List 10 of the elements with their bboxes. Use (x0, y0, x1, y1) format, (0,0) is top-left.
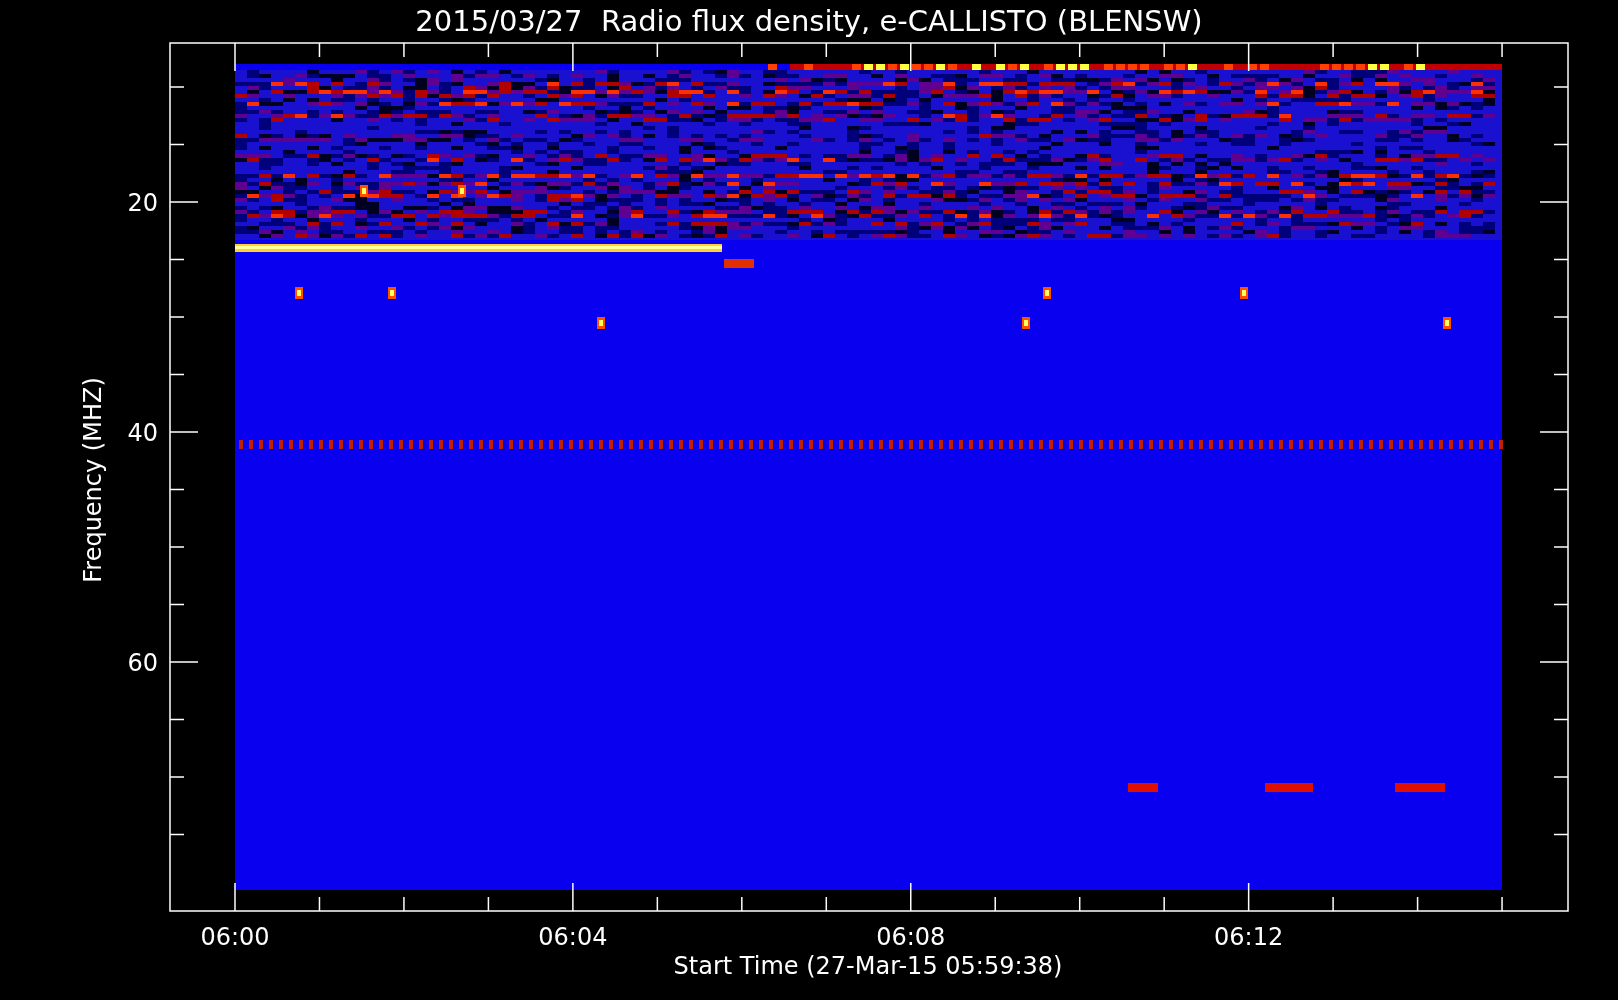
x-tick-label: 06:12 (1214, 923, 1284, 951)
plot-title: 2015/03/27 Radio flux density, e-CALLISTO (BLENSW) (415, 4, 1203, 38)
x-tick-label: 06:00 (200, 923, 270, 951)
y-tick-label: 40 (127, 419, 158, 447)
x-tick-label: 06:04 (538, 923, 608, 951)
y-axis-label: Frequency (MHZ) (79, 377, 107, 583)
x-axis-label: Start Time (27-Mar-15 05:59:38) (673, 952, 1063, 980)
y-tick-label: 60 (127, 649, 158, 677)
y-tick-label: 20 (127, 189, 158, 217)
x-tick-label: 06:08 (876, 923, 946, 951)
